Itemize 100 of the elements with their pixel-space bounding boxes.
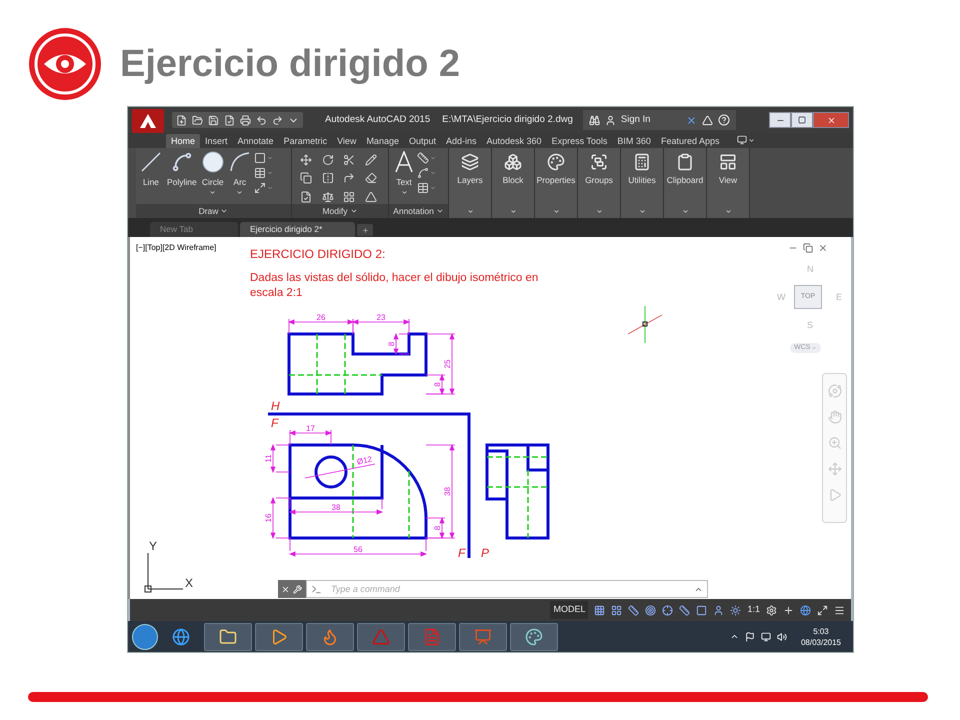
command-input[interactable]: Type a command — [306, 580, 708, 598]
table-icon[interactable] — [417, 182, 429, 194]
flag-icon[interactable] — [744, 632, 755, 642]
dimension-value: 23 — [376, 313, 386, 322]
eraser-icon[interactable] — [364, 172, 376, 184]
object-snap-icon[interactable] — [662, 604, 674, 616]
ribbon-tab[interactable]: Manage — [361, 134, 404, 148]
ribbon-tab[interactable]: Parametric — [278, 134, 332, 148]
dimension-value: 25 — [443, 360, 452, 368]
copy-icon[interactable] — [300, 172, 312, 184]
help-icon[interactable] — [718, 114, 730, 126]
ribbon-tab[interactable]: Annotate — [232, 134, 279, 148]
ribbon-tab[interactable]: BIM 360 — [612, 134, 656, 148]
menu-icon[interactable] — [834, 604, 845, 616]
caret-icon — [724, 208, 732, 215]
ribbon-tab[interactable]: Insert — [200, 134, 233, 148]
array-icon[interactable] — [343, 190, 355, 203]
maximize-button[interactable] — [791, 112, 813, 128]
trim-icon[interactable] — [343, 154, 355, 166]
taskbar-app-button[interactable] — [204, 622, 252, 650]
restore-icon[interactable] — [803, 243, 813, 253]
application-menu-button[interactable] — [132, 109, 164, 133]
caret-icon — [510, 208, 516, 215]
caret-icon[interactable] — [748, 136, 754, 144]
print-icon[interactable] — [240, 114, 251, 126]
ribbon-tab[interactable]: Output — [404, 134, 441, 148]
triangle-icon[interactable] — [702, 114, 713, 126]
instructions-text: Dadas las vistas del sólido, hacer el dibujo isométrico en escala 2:1 — [250, 271, 540, 301]
tool-button[interactable]: Text — [391, 148, 417, 202]
clock-date[interactable]: 08/03/2015 — [800, 636, 841, 648]
taskbar-app-button[interactable] — [255, 622, 303, 650]
ribbon-panel-button[interactable]: Groups — [578, 148, 621, 218]
tool-button[interactable]: Arc — [226, 148, 253, 202]
ribbon-panel-button[interactable]: Clipboard — [664, 148, 707, 218]
dimension-value: 56 — [354, 545, 362, 554]
panel-title[interactable]: Draw — [136, 204, 291, 218]
axis-label: X — [185, 576, 193, 590]
ribbon-panel-button[interactable]: Block — [492, 148, 535, 218]
ribbon-tab[interactable]: Express Tools — [546, 134, 612, 148]
ribbon-panel-button[interactable]: View — [707, 148, 750, 218]
move-icon[interactable] — [300, 154, 312, 166]
close-icon[interactable] — [281, 584, 290, 594]
taskbar-app-button[interactable] — [510, 622, 558, 650]
grid-icon[interactable] — [594, 604, 606, 616]
taskbar-app-button[interactable] — [306, 622, 354, 650]
plane-label: F — [458, 546, 466, 560]
ribbon-tab[interactable]: Home — [166, 134, 200, 148]
redo-icon[interactable] — [272, 114, 283, 126]
caret-icon — [350, 207, 358, 215]
panel-title[interactable]: Annotation — [389, 204, 448, 218]
wrench-icon[interactable] — [293, 584, 302, 594]
settings-icon[interactable] — [766, 604, 777, 616]
panel-title[interactable]: Modify — [292, 204, 388, 218]
document-tab[interactable]: Ejercicio dirigido 2* — [240, 222, 355, 237]
network-icon[interactable] — [760, 632, 771, 642]
binoculars-icon[interactable] — [588, 114, 600, 126]
ribbon-tab[interactable]: View — [332, 134, 362, 148]
tool-button[interactable]: Polyline — [165, 148, 199, 202]
model-space-button[interactable]: MODEL — [550, 601, 588, 619]
ribbon-tab[interactable]: Autodesk 360 — [482, 134, 547, 148]
open-folder-icon[interactable] — [192, 114, 203, 126]
user-icon[interactable] — [604, 114, 616, 126]
polar-icon[interactable] — [645, 604, 656, 616]
clock-time[interactable]: 5:03 — [813, 626, 829, 636]
plus-icon[interactable] — [783, 604, 794, 616]
caret-up-icon[interactable] — [694, 585, 703, 594]
annotation-scale-button[interactable]: 1:1 — [747, 603, 760, 617]
snap-icon[interactable] — [611, 604, 622, 616]
save-icon[interactable] — [208, 114, 219, 126]
dimension-value: 26 — [316, 313, 326, 322]
ribbon-panel-button[interactable]: Properties — [535, 148, 578, 218]
caret-icon — [209, 188, 216, 196]
tool-button[interactable]: Circle — [200, 148, 226, 202]
ribbon-panel-button[interactable]: Utilities — [621, 148, 664, 218]
slide-title: Ejercicio dirigido 2 — [120, 42, 460, 86]
rotate-icon[interactable] — [322, 154, 334, 166]
display-icon[interactable] — [736, 135, 746, 145]
ribbon-tab[interactable]: Featured Apps — [656, 134, 724, 148]
start-button[interactable] — [132, 624, 158, 650]
new-file-icon[interactable] — [176, 114, 187, 126]
mirror-icon[interactable] — [322, 172, 334, 184]
tool-button[interactable]: Line — [138, 148, 164, 202]
rectangle-icon[interactable] — [254, 152, 266, 164]
pencil-icon[interactable] — [364, 154, 376, 166]
caret-icon — [596, 208, 602, 215]
viewport-controls-link[interactable]: [−][Top][2D Wireframe] — [136, 242, 216, 254]
caret-icon — [400, 188, 408, 196]
ribbon-panel-button[interactable]: Layers — [449, 148, 492, 218]
command-prompt-icon[interactable] — [311, 584, 322, 595]
window-icon — [719, 153, 737, 171]
close-icon[interactable] — [818, 243, 828, 253]
volume-icon[interactable] — [776, 632, 787, 642]
undo-icon[interactable] — [256, 114, 267, 126]
document-icon — [423, 628, 441, 646]
new-tab-button[interactable] — [357, 224, 373, 236]
minimize-button[interactable] — [769, 112, 791, 128]
command-line-handle[interactable] — [278, 580, 306, 598]
fullscreen-icon[interactable] — [817, 604, 828, 616]
ribbon-tab[interactable]: Add-ins — [441, 134, 482, 148]
scale-icon[interactable] — [322, 190, 334, 203]
